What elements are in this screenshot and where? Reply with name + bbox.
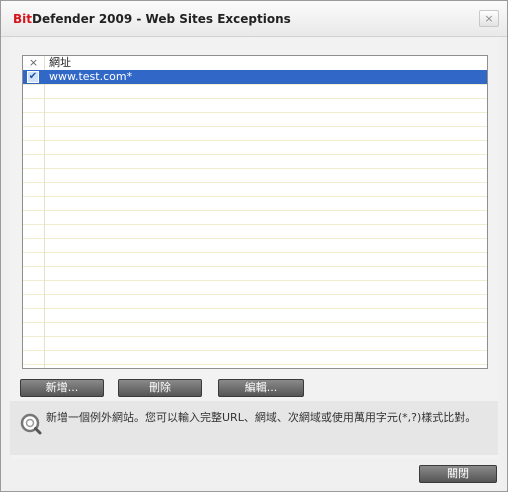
close-button[interactable]: 關閉 [419,465,497,483]
delete-button[interactable]: 刪除 [118,379,202,397]
info-text: 新增一個例外網站。您可以輸入完整URL、網域、次網域或使用萬用字元(*,?)樣式… [46,411,477,424]
title-text: Defender 2009 - Web Sites Exceptions [32,12,291,26]
list-item[interactable]: ✔ www.test.com* [23,70,487,84]
list-header: × 網址 [23,56,487,70]
info-bar: 新增一個例外網站。您可以輸入完整URL、網域、次網域或使用萬用字元(*,?)樣式… [10,401,498,455]
title-brand: Bit [13,12,32,26]
window-title: BitDefender 2009 - Web Sites Exceptions [13,12,291,26]
exceptions-dialog: BitDefender 2009 - Web Sites Exceptions … [0,0,508,492]
remove-column-icon[interactable]: × [26,57,41,69]
row-checkbox[interactable]: ✔ [27,71,39,83]
close-window-button[interactable]: × [479,10,499,27]
row-url: www.test.com* [49,70,133,83]
add-button[interactable]: 新增... [20,379,104,397]
search-help-icon [20,413,42,435]
title-bar[interactable]: BitDefender 2009 - Web Sites Exceptions … [1,1,507,37]
edit-button[interactable]: 編輯... [218,379,304,397]
exceptions-list[interactable]: × 網址 ✔ www.test.com* [22,55,488,369]
dialog-content: × 網址 ✔ www.test.com* 新增... 刪除 編輯... 新增一個… [10,37,498,459]
close-icon: × [484,12,494,25]
bottom-bar: 關閉 [1,459,507,491]
column-header-url[interactable]: 網址 [49,57,71,69]
